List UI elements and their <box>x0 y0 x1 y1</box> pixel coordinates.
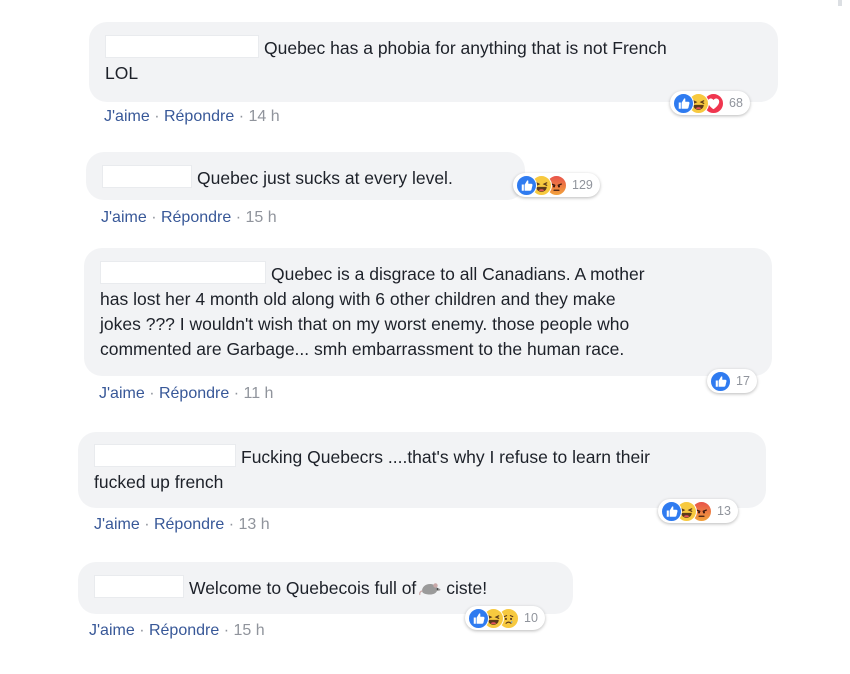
timestamp[interactable]: 11 h <box>243 385 273 402</box>
comment-text: commented are Garbage... smh embarrassme… <box>100 339 625 359</box>
like-icon <box>661 500 682 522</box>
like-icon <box>468 607 489 629</box>
author-name-redacted[interactable] <box>94 575 184 598</box>
timestamp[interactable]: 13 h <box>238 516 269 533</box>
like-link[interactable]: J'aime <box>101 209 147 226</box>
comment-bubble: Quebec just sucks at every level. <box>86 152 525 200</box>
reaction-count: 68 <box>729 96 743 110</box>
rat-icon <box>419 579 443 597</box>
author-name-redacted[interactable] <box>94 444 236 467</box>
author-name-redacted[interactable] <box>102 165 192 188</box>
reaction-count: 17 <box>736 374 750 388</box>
reply-link[interactable]: Répondre <box>149 622 219 639</box>
timestamp[interactable]: 15 h <box>233 622 264 639</box>
comment-bubble: Quebec is a disgrace to all Canadians. A… <box>84 248 772 376</box>
comment-actions: J'aime · Répondre · 15 h <box>89 622 265 639</box>
reaction-count: 10 <box>524 611 538 625</box>
like-icon <box>710 370 731 392</box>
like-link[interactable]: J'aime <box>104 108 150 125</box>
reactions-summary[interactable]: 13 <box>658 499 738 523</box>
timestamp[interactable]: 15 h <box>245 209 276 226</box>
comment-actions: J'aime · Répondre · 14 h <box>104 108 280 125</box>
comment-text: Quebec is a disgrace to all Canadians. A… <box>271 264 645 284</box>
timestamp[interactable]: 14 h <box>248 108 279 125</box>
reaction-count: 13 <box>717 504 731 518</box>
reactions-summary[interactable]: 129 <box>513 173 600 197</box>
like-icon <box>516 174 537 196</box>
reaction-count: 129 <box>572 178 593 192</box>
reactions-summary[interactable]: 10 <box>465 606 545 630</box>
author-name-redacted[interactable] <box>105 35 259 58</box>
comment-text: fucked up french <box>94 472 224 492</box>
comment-text: Quebec has a phobia for anything that is… <box>264 38 667 58</box>
reactions-summary[interactable]: 68 <box>670 91 750 115</box>
like-link[interactable]: J'aime <box>94 516 140 533</box>
like-link[interactable]: J'aime <box>99 385 145 402</box>
comment-actions: J'aime · Répondre · 15 h <box>101 209 277 226</box>
comment-text: jokes ??? I wouldn't wish that on my wor… <box>100 314 630 334</box>
comment-text: Welcome to Quebecois full of <box>189 578 417 598</box>
like-icon <box>673 92 694 114</box>
reactions-summary[interactable]: 17 <box>707 369 757 393</box>
comment-bubble: Quebec has a phobia for anything that is… <box>89 22 778 102</box>
comment-bubble: Fucking Quebecrs ....that's why I refuse… <box>78 432 766 508</box>
reply-link[interactable]: Répondre <box>164 108 234 125</box>
comment-text: LOL <box>105 63 139 83</box>
comment-text: Quebec just sucks at every level. <box>197 168 453 188</box>
comment-actions: J'aime · Répondre · 11 h <box>99 385 274 402</box>
comment-actions: J'aime · Répondre · 13 h <box>94 516 270 533</box>
reply-link[interactable]: Répondre <box>159 385 229 402</box>
comment-text: ciste! <box>446 578 488 598</box>
comment-text: Fucking Quebecrs ....that's why I refuse… <box>241 447 650 467</box>
like-link[interactable]: J'aime <box>89 622 135 639</box>
scrollbar-thumb[interactable] <box>838 0 842 6</box>
author-name-redacted[interactable] <box>100 261 266 284</box>
reply-link[interactable]: Répondre <box>161 209 231 226</box>
reply-link[interactable]: Répondre <box>154 516 224 533</box>
comment-text: has lost her 4 month old along with 6 ot… <box>100 289 616 309</box>
